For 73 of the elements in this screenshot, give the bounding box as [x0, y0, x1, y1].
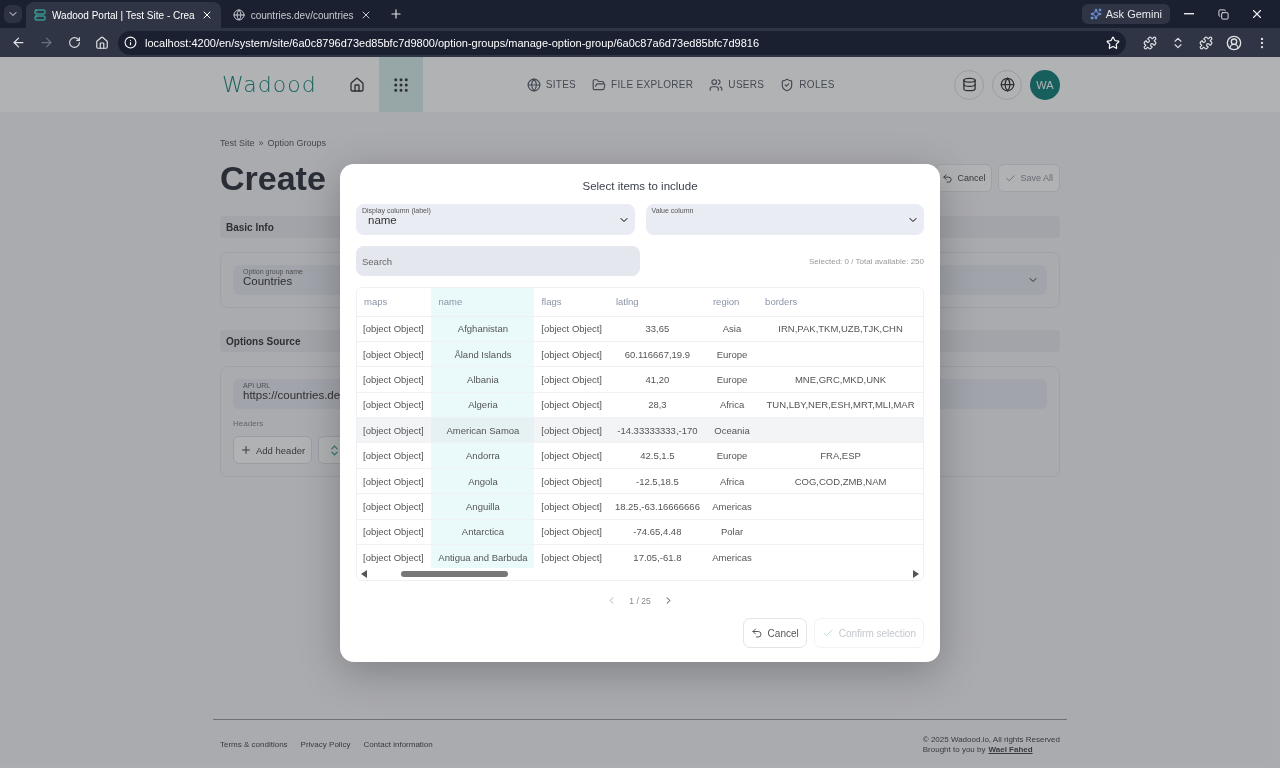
- table-cell: Anguilla: [431, 493, 535, 520]
- table-cell: [object Object]: [534, 366, 609, 393]
- table-cell: [object Object]: [534, 341, 609, 367]
- table-cell: FRA,ESP: [758, 442, 923, 469]
- user-avatar[interactable]: WA: [1030, 69, 1060, 100]
- column-header[interactable]: maps: [357, 288, 432, 316]
- selection-summary: Selected: 0 / Total available: 250: [808, 256, 924, 266]
- table-cell: Åland Islands: [431, 341, 535, 367]
- table-cell: 28,3: [608, 392, 706, 418]
- table-cell: 60.116667,19.9: [608, 341, 706, 367]
- table-cell: Antarctica: [431, 519, 535, 545]
- footer-link[interactable]: Contact information: [363, 739, 433, 749]
- table-cell: [object Object]: [534, 519, 609, 545]
- footer-link[interactable]: Terms & conditions: [220, 739, 288, 749]
- table-cell: TUN,LBY,NER,ESH,MRT,MLI,MAR: [758, 392, 923, 418]
- column-header[interactable]: name: [431, 288, 535, 316]
- table-cell: [object Object]: [357, 493, 432, 520]
- add-header-button[interactable]: Add header: [233, 436, 313, 464]
- table-cell: [object Object]: [357, 366, 432, 393]
- browser-tab[interactable]: countries.dev/countries: [224, 2, 380, 28]
- table-cell: [object Object]: [534, 468, 609, 494]
- table-cell: 18.25,-63.16666666: [608, 493, 706, 520]
- table-cell: IRN,PAK,TKM,UZB,TJK,CHN: [758, 316, 923, 342]
- nav-link[interactable]: FILE EXPLORER: [592, 77, 694, 92]
- table-cell: [object Object]: [357, 417, 432, 443]
- table-cell: Afghanistan: [431, 316, 535, 342]
- modal-title: Select items to include: [581, 180, 699, 192]
- logo[interactable]: Wadood: [222, 72, 317, 97]
- column-header[interactable]: flags: [534, 288, 609, 316]
- table-cell: 41,20: [608, 366, 706, 393]
- table-cell: COG,COD,ZMB,NAM: [758, 468, 923, 494]
- cancel-button[interactable]: Cancel: [935, 164, 993, 192]
- browser-tab[interactable]: Wadood Portal | Test Site - Crea: [26, 2, 221, 28]
- nav-link[interactable]: ROLES: [780, 77, 835, 92]
- nav-link[interactable]: USERS: [709, 77, 765, 92]
- breadcrumb-link[interactable]: Option Groups: [267, 138, 327, 148]
- table-cell: -12.5,18.5: [608, 468, 706, 494]
- table-cell: [object Object]: [534, 442, 609, 469]
- table-cell: -14.33333333,-170: [608, 417, 706, 443]
- table-cell: Angola: [431, 468, 535, 494]
- breadcrumb-link[interactable]: Test Site: [220, 138, 255, 148]
- ask-gemini-button[interactable]: Ask Gemini: [1081, 4, 1170, 24]
- address-bar[interactable]: localhost:4200/en/system/site/6a0c8796d73ed85bfc7d9800/option-groups/manage-option-group/6a0c87a6d73ed85bfc7d9816: [118, 30, 1126, 55]
- nav-link[interactable]: SITES: [526, 77, 577, 92]
- cancel-button[interactable]: Cancel: [742, 618, 807, 648]
- table-cell: American Samoa: [431, 417, 535, 443]
- search-field[interactable]: Search: [356, 246, 640, 276]
- table-cell: Andorra: [431, 442, 535, 469]
- footer-link[interactable]: Privacy Policy: [300, 739, 351, 749]
- table-cell: [object Object]: [357, 341, 432, 367]
- page-title: Create: [220, 158, 326, 198]
- table-cell: [object Object]: [357, 468, 432, 494]
- copyright-text: © 2025 Wadood.io, All rights Reserved: [922, 734, 1060, 744]
- table-cell: Algeria: [431, 392, 535, 418]
- table-cell: [object Object]: [357, 316, 432, 342]
- table-cell: 42.5,1.5: [608, 442, 706, 469]
- table-cell: 33,65: [608, 316, 706, 342]
- table-cell: -74.65,4.48: [608, 519, 706, 545]
- column-header[interactable]: borders: [758, 288, 923, 316]
- table-cell: [object Object]: [357, 519, 432, 545]
- page-indicator: 1 / 25: [629, 595, 651, 606]
- table-cell: [object Object]: [534, 417, 609, 443]
- table-cell: [object Object]: [357, 392, 432, 418]
- table-cell: MNE,GRC,MKD,UNK: [758, 366, 923, 393]
- table-cell: [object Object]: [357, 442, 432, 469]
- table-cell: [object Object]: [534, 316, 609, 342]
- breadcrumb-separator: »: [258, 138, 264, 148]
- credit-text: Brought to you by: [922, 744, 986, 754]
- author-link[interactable]: Wael Fahed: [988, 744, 1033, 754]
- table-cell: [object Object]: [534, 392, 609, 418]
- table-cell: Albania: [431, 366, 535, 393]
- field-label: Headers: [233, 419, 265, 428]
- table-cell: [object Object]: [534, 493, 609, 520]
